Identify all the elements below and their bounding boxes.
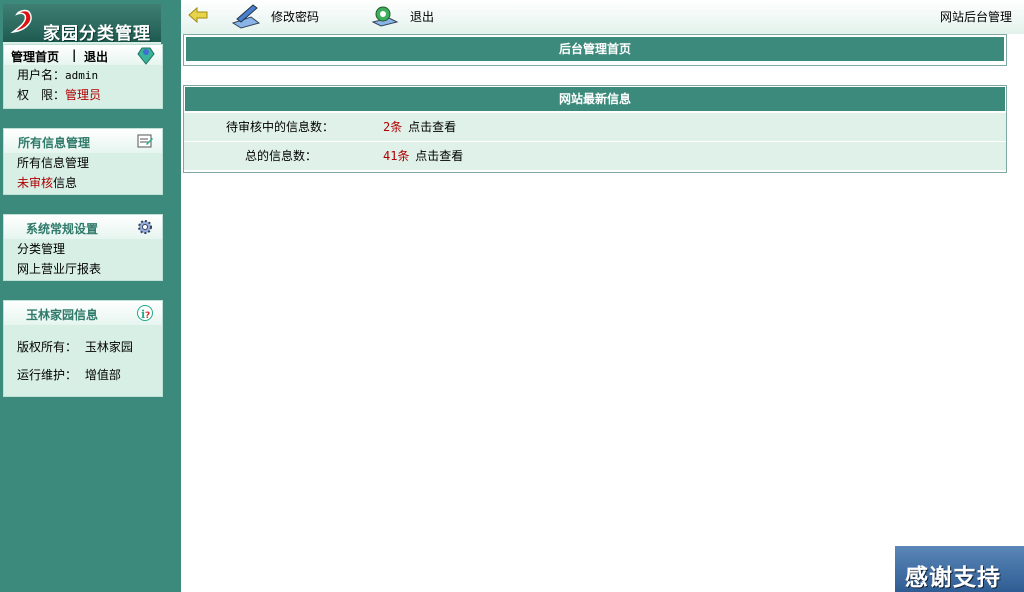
about-panel-header: 玉林家园信息 i ? xyxy=(4,301,162,325)
about-panel: 玉林家园信息 i ? 版权所有： 玉林家园 运行维护： 增值部 xyxy=(3,300,163,397)
back-arrow-icon[interactable] xyxy=(187,6,209,24)
svg-text:?: ? xyxy=(145,311,150,321)
settings-panel-header: 系统常规设置 xyxy=(4,215,162,239)
total-view-link[interactable]: 点击查看 xyxy=(415,149,463,163)
latest-info-box: 网站最新信息 待审核中的信息数： 2条 点击查看 总的信息数： 41条 点击查看 xyxy=(183,85,1007,173)
info-panel-header: 所有信息管理 xyxy=(4,129,162,153)
thanks-badge-text: 感谢支持 xyxy=(905,565,1001,591)
pending-label: 待审核中的信息数： xyxy=(225,120,334,134)
sidebar-logout-link[interactable]: 退出 xyxy=(84,48,108,65)
notepad-icon xyxy=(137,134,153,148)
admin-home-link[interactable]: 管理首页 xyxy=(11,48,59,65)
topbar-logout-link[interactable]: 退出 xyxy=(410,8,434,25)
logout-globe-icon[interactable] xyxy=(371,4,399,28)
pencil-book-icon[interactable] xyxy=(231,3,261,29)
username-value: admin xyxy=(65,69,99,82)
home-title: 后台管理首页 xyxy=(185,36,1005,62)
user-panel-header: 管理首页 | 退出 xyxy=(4,45,162,65)
copyright-value: 玉林家园 xyxy=(84,340,133,354)
role-label: 权 限： xyxy=(17,88,66,102)
copyright-label: 版权所有： xyxy=(17,340,78,354)
role-row: 权 限：管理员 xyxy=(4,85,162,105)
total-label: 总的信息数： xyxy=(244,149,317,163)
pending-value: 2条 点击查看 xyxy=(383,113,456,141)
pending-info-row: 待审核中的信息数： 2条 点击查看 xyxy=(184,112,1006,141)
sidebar-item-report[interactable]: 网上营业厅报表 xyxy=(4,259,162,279)
logo-title: 家园分类管理 xyxy=(43,24,151,44)
username-label: 用户名： xyxy=(17,68,66,82)
home-title-box: 后台管理首页 xyxy=(183,34,1007,66)
role-value: 管理员 xyxy=(65,88,102,102)
username-row: 用户名：admin xyxy=(4,65,162,85)
settings-panel-title: 系统常规设置 xyxy=(26,222,99,236)
maintain-label: 运行维护： xyxy=(17,368,78,382)
maintain-row: 运行维护： 增值部 xyxy=(4,361,162,389)
maintain-value: 增值部 xyxy=(84,368,121,382)
user-shield-icon xyxy=(137,47,155,65)
gear-icon xyxy=(138,220,152,234)
settings-panel: 系统常规设置 分类管理 网上营业厅报表 xyxy=(3,214,163,281)
thanks-badge[interactable]: 感谢支持 xyxy=(895,546,1024,592)
top-toolbar: 修改密码 退出 网站后台管理 xyxy=(181,0,1024,34)
logo-swoosh-icon xyxy=(10,9,32,34)
sidebar-item-all-info[interactable]: 所有信息管理 xyxy=(4,153,162,173)
header-separator: | xyxy=(72,48,77,62)
info-panel: 所有信息管理 所有信息管理 未审核信息 xyxy=(3,128,163,195)
info-icon: i ? xyxy=(137,305,153,321)
info-panel-title: 所有信息管理 xyxy=(18,136,91,150)
total-count: 41条 xyxy=(383,149,410,163)
sidebar: 家园分类管理 管理首页 | 退出 用户名：admin 权 限：管理员 所有信息管… xyxy=(0,0,181,592)
total-value: 41条 点击查看 xyxy=(383,142,463,170)
sidebar-item-category[interactable]: 分类管理 xyxy=(4,239,162,259)
unreviewed-suffix: 信息 xyxy=(53,176,78,190)
latest-info-title: 网站最新信息 xyxy=(184,86,1006,112)
pending-view-link[interactable]: 点击查看 xyxy=(408,120,456,134)
user-panel: 管理首页 | 退出 用户名：admin 权 限：管理员 xyxy=(3,44,163,109)
logo: 家园分类管理 xyxy=(3,4,161,44)
pending-count: 2条 xyxy=(383,120,403,134)
change-password-link[interactable]: 修改密码 xyxy=(271,8,319,25)
site-title: 网站后台管理 xyxy=(940,10,1013,24)
sidebar-item-unreviewed-info[interactable]: 未审核信息 xyxy=(4,173,162,193)
about-panel-title: 玉林家园信息 xyxy=(26,308,99,322)
copyright-row: 版权所有： 玉林家园 xyxy=(4,333,162,361)
total-info-row: 总的信息数： 41条 点击查看 xyxy=(184,141,1006,170)
unreviewed-prefix: 未审核 xyxy=(17,176,54,190)
